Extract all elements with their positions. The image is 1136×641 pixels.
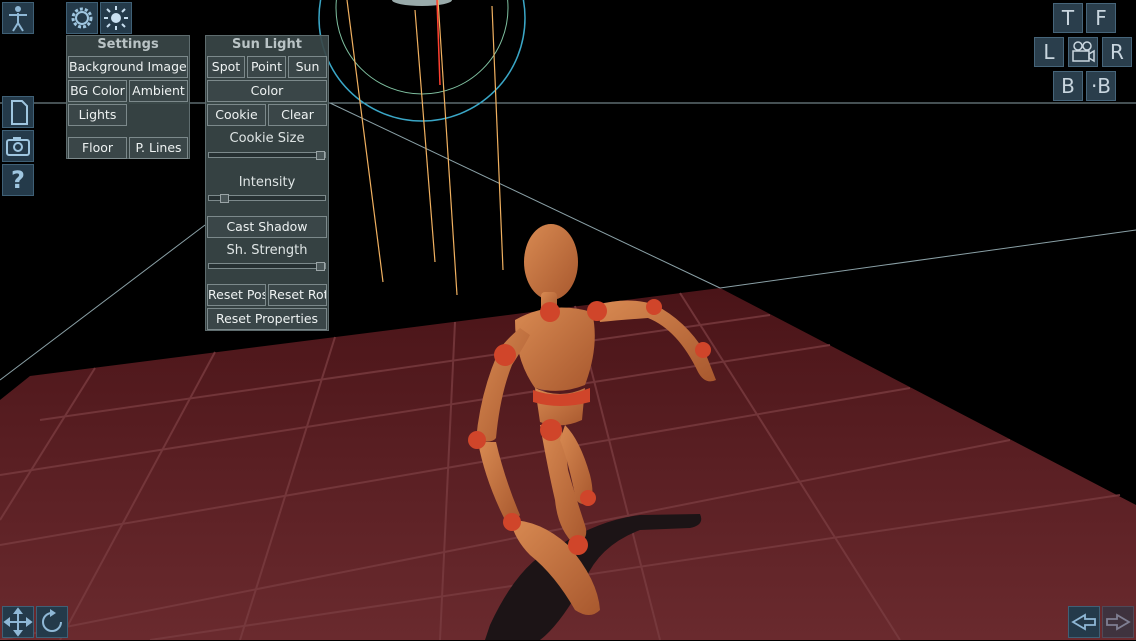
right-view-button[interactable]: R [1102,37,1132,67]
sh-strength-slider[interactable] [208,262,326,271]
clear-cookie-button[interactable]: Clear [268,104,327,126]
rotate-camera-button[interactable] [36,606,68,638]
video-camera-icon [1072,41,1095,63]
move-camera-button[interactable] [2,606,34,638]
reset-rot-button[interactable]: Reset Rot [268,284,327,306]
cast-shadow-button[interactable]: Cast Shadow [207,216,327,238]
move-arrows-icon [3,607,33,637]
intensity-slider[interactable] [208,194,326,203]
new-file-button[interactable] [2,96,34,128]
light-gizmo [318,0,526,296]
sun-light-panel: Sun Light Spot Point Sun Color Cookie Cl… [205,35,329,331]
rotate-icon [42,609,62,632]
cookie-button[interactable]: Cookie [207,104,266,126]
background-images-button[interactable]: Background Images [68,56,188,78]
sun-light-type-button[interactable]: Sun [288,56,327,78]
screenshot-button[interactable] [2,130,34,162]
pose-mode-button[interactable] [2,2,34,34]
cookie-size-slider-thumb[interactable] [316,151,325,160]
back-alt-view-button[interactable]: ·B [1086,71,1116,101]
arrow-right-icon [1106,613,1131,631]
gear-icon [71,7,93,29]
spot-light-button[interactable]: Spot [207,56,245,78]
top-view-button[interactable]: T [1053,3,1083,33]
lights-button[interactable]: Lights [68,104,127,126]
ambient-button[interactable]: Ambient [129,80,188,102]
cookie-size-slider[interactable] [208,151,326,160]
settings-gear-button[interactable] [66,2,98,34]
document-icon [11,100,28,125]
help-button[interactable]: ? [2,164,34,196]
settings-panel-title: Settings [97,37,159,52]
camera-view-button[interactable] [1068,37,1098,67]
color-button[interactable]: Color [207,80,327,102]
left-view-button[interactable]: L [1034,37,1064,67]
reset-properties-button[interactable]: Reset Properties [207,308,327,330]
arrow-left-icon [1071,613,1096,631]
sh-strength-slider-thumb[interactable] [316,262,325,271]
reset-pos-button[interactable]: Reset Pos [207,284,266,306]
sun-icon [104,6,128,30]
p-lines-button[interactable]: P. Lines [129,137,188,159]
front-view-button[interactable]: F [1086,3,1116,33]
bg-color-button[interactable]: BG Color [68,80,127,102]
sun-light-button[interactable] [100,2,132,34]
intensity-label: Intensity [238,175,296,190]
back-view-button[interactable]: B [1053,71,1083,101]
camera-icon [6,137,30,156]
sh-strength-label: Sh. Strength [226,243,308,258]
cookie-size-label: Cookie Size [229,131,305,146]
point-light-button[interactable]: Point [247,56,286,78]
previous-button[interactable] [1068,606,1100,638]
next-button[interactable] [1102,606,1134,638]
sun-light-panel-title: Sun Light [232,37,302,52]
intensity-slider-thumb[interactable] [219,194,229,203]
floor-button[interactable]: Floor [68,137,127,159]
question-mark-icon: ? [11,166,25,194]
human-figure-icon [9,6,27,32]
settings-panel: Settings Background Images BG Color Ambi… [66,35,190,159]
